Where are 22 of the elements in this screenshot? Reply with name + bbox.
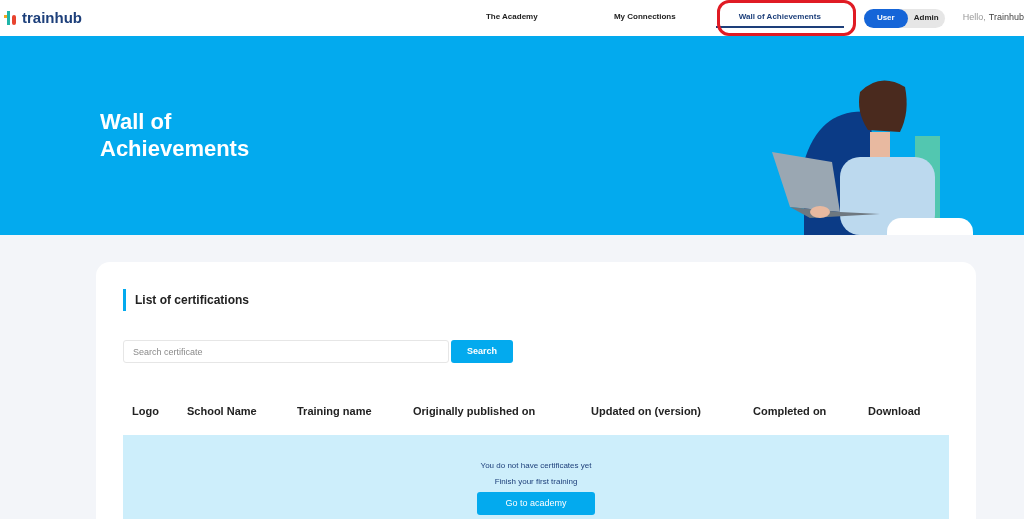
brand-name[interactable]: trainhub — [22, 6, 82, 30]
column-header: Updated on (version) — [591, 404, 701, 417]
column-header: Completed on — [753, 404, 827, 417]
nav-link[interactable]: The Academy — [449, 8, 574, 28]
nav-link[interactable]: Wall of Achievements — [715, 8, 844, 28]
nav-link[interactable]: My Connections — [585, 8, 704, 28]
column-header: Download — [868, 404, 921, 417]
user-name: Trainhub — [988, 11, 1024, 25]
empty-state-message: You do not have certificates yet — [480, 460, 592, 472]
column-header: Logo — [132, 404, 159, 417]
column-header: School Name — [187, 404, 257, 417]
column-header: Originally published on — [413, 404, 536, 417]
greeting-text: Hello, — [962, 11, 986, 25]
logo-icon — [4, 11, 18, 25]
role-option[interactable]: Admin — [907, 8, 945, 28]
role-toggle[interactable]: User Admin — [863, 8, 945, 28]
hero-title: Wall of Achievements — [100, 108, 251, 162]
section-title: List of certifications — [123, 289, 949, 311]
search-field[interactable]: Search certificate — [123, 340, 449, 363]
column-header: Training name — [297, 404, 372, 417]
empty-state-message: Finish your first training — [494, 476, 578, 488]
role-option[interactable]: User — [863, 8, 908, 28]
